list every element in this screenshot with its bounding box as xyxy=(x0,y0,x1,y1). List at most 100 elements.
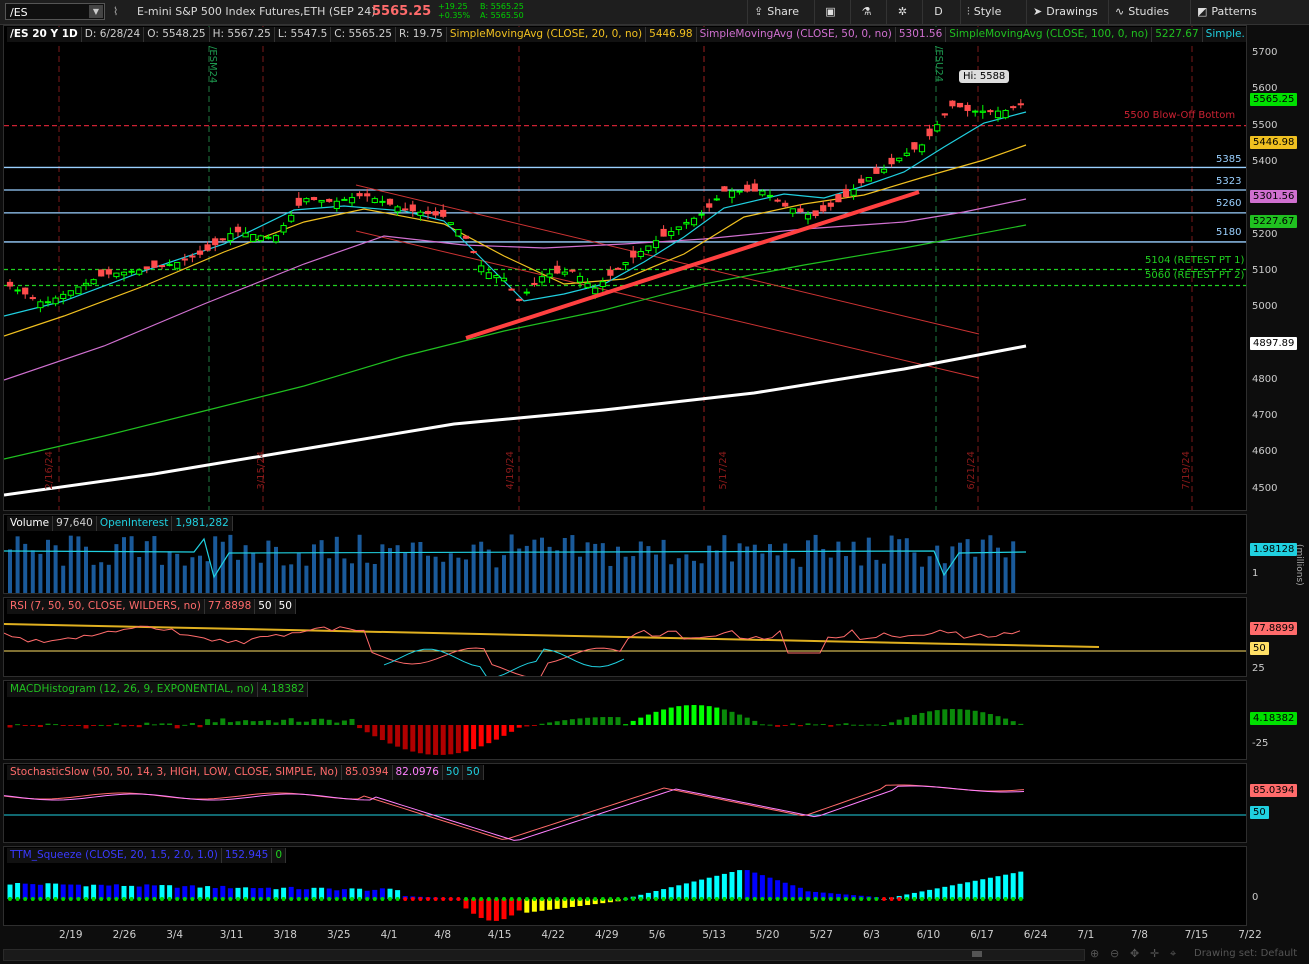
macd-value: 4.18382 xyxy=(257,682,309,697)
macd-bar xyxy=(319,718,325,725)
macd-bar xyxy=(159,723,165,725)
style-icon: ⫶ xyxy=(967,5,970,18)
macd-bar xyxy=(630,720,636,725)
ttm-bar xyxy=(189,885,195,899)
volume-bar xyxy=(836,541,841,593)
scrollbar-thumb[interactable] xyxy=(972,951,982,957)
last-price-tag: 5565.25 xyxy=(1250,93,1298,106)
macd-panel[interactable]: MACDHistogram (12, 26, 9, EXPONENTIAL, n… xyxy=(3,680,1247,760)
ttm-dot xyxy=(980,897,985,901)
price-header: /ES 20 Y 1D D: 6/28/24 O: 5548.25 H: 556… xyxy=(7,27,1246,42)
aggregation-button[interactable]: D xyxy=(922,0,954,24)
stoch-axis[interactable]: 85.0394 50 xyxy=(1248,763,1309,843)
ttm-dot xyxy=(927,897,932,901)
price-axis[interactable]: 5700560055005400530052005100500049004800… xyxy=(1248,25,1309,511)
zoom-in-icon[interactable]: ⊕ xyxy=(1090,947,1099,960)
candle-body xyxy=(295,197,302,206)
ttm-alert: 0 xyxy=(272,848,286,863)
ttm-dot xyxy=(68,897,73,901)
chevron-down-icon[interactable]: ▼ xyxy=(89,5,103,18)
ttm-bar xyxy=(98,884,104,899)
ttm-dot xyxy=(84,897,88,901)
magnet-icon[interactable]: ⌖ xyxy=(1170,947,1176,961)
ttm-dot xyxy=(198,897,202,901)
macd-bar xyxy=(212,722,218,725)
level-5260-label: 5260 xyxy=(1216,198,1242,209)
share-icon: ⇪ xyxy=(754,5,764,18)
volume-bar xyxy=(46,539,50,593)
ttm-axis[interactable]: 0 xyxy=(1248,846,1309,926)
volume-axis[interactable]: 1.98128 1 (millions) xyxy=(1248,514,1309,594)
macd-bar xyxy=(911,714,917,725)
ttm-bar xyxy=(159,885,165,899)
macd-bar xyxy=(995,716,1001,725)
volume-bar xyxy=(790,558,795,593)
macd-bar xyxy=(645,714,651,725)
candle-body xyxy=(432,211,439,216)
x-tick: 4/8 xyxy=(434,929,452,941)
stoch-panel[interactable]: StochasticSlow (50, 50, 14, 3, HIGH, LOW… xyxy=(3,763,1247,843)
volume-bar xyxy=(53,545,58,593)
volume-bar xyxy=(68,535,73,593)
candle-body xyxy=(402,208,409,211)
candle-body xyxy=(470,251,477,254)
macd-bar xyxy=(167,723,173,725)
candle-body xyxy=(926,128,933,137)
candle-body xyxy=(812,210,819,217)
screenshot-button[interactable]: ▣ xyxy=(814,0,846,24)
candle-body xyxy=(865,177,872,182)
volume-bar xyxy=(30,550,35,593)
patterns-button[interactable]: ◩ Patterns xyxy=(1190,0,1263,24)
x-tick: 2/26 xyxy=(112,929,137,941)
macd-bar xyxy=(30,725,36,726)
ttm-bar xyxy=(676,885,682,899)
zoom-out-icon[interactable]: ⊖ xyxy=(1110,947,1119,960)
symbol-selector[interactable]: /ES ▼ xyxy=(5,3,105,20)
x-tick: 4/1 xyxy=(380,929,398,941)
macd-bar xyxy=(820,723,826,725)
macd-bar xyxy=(265,720,271,725)
style-button[interactable]: ⫶ Style xyxy=(960,0,1007,24)
pan-icon[interactable]: ✥ xyxy=(1130,947,1139,960)
candle-body xyxy=(242,232,249,238)
date-marker-3: 4/19/24 xyxy=(505,451,516,490)
link-icon[interactable]: ⌇ xyxy=(113,5,118,18)
sma100-tag: 5227.67 xyxy=(1250,215,1298,228)
flask-button[interactable]: ⚗ xyxy=(850,0,882,24)
volume-bar xyxy=(866,537,871,593)
volume-bar xyxy=(958,542,962,593)
ttm-dot xyxy=(555,897,560,901)
ttm-bar xyxy=(949,885,955,899)
candle-body xyxy=(166,264,173,267)
bar-close: C: 5565.25 xyxy=(331,27,396,42)
volume-bar xyxy=(464,559,468,593)
rsi-panel[interactable]: RSI (7, 50, 50, CLOSE, WILDERS, no) 77.8… xyxy=(3,597,1247,677)
drawings-button[interactable]: ➤ Drawings xyxy=(1026,0,1104,24)
rsi-axis[interactable]: 77.8899 50 25 xyxy=(1248,597,1309,677)
candle-body xyxy=(918,144,926,153)
volume-bar xyxy=(296,553,301,593)
candle-body xyxy=(288,214,295,222)
sma20-tag: 5446.98 xyxy=(1250,136,1298,149)
volume-bar xyxy=(144,541,149,593)
volume-bar xyxy=(205,561,210,593)
x-tick: 7/15 xyxy=(1184,929,1209,941)
volume-bar xyxy=(631,556,636,593)
settings-button[interactable]: ✲ xyxy=(886,0,918,24)
volume-panel[interactable]: Volume 97,640 OpenInterest 1,981,282 xyxy=(3,514,1247,594)
instrument-description: E-mini S&P 500 Index Futures,ETH (SEP 24… xyxy=(137,5,376,18)
volume-bar xyxy=(122,537,126,593)
scrollbar[interactable] xyxy=(3,949,1085,961)
macd-bar xyxy=(569,719,575,725)
macd-axis[interactable]: 4.18382 -25 xyxy=(1248,680,1309,760)
ttm-dot xyxy=(904,897,909,901)
crosshair-icon[interactable]: ✛ xyxy=(1150,947,1159,960)
ttm-panel[interactable]: TTM_Squeeze (CLOSE, 20, 1.5, 2.0, 1.0) 1… xyxy=(3,846,1247,926)
share-button[interactable]: ⇪ Share xyxy=(747,0,805,24)
price-panel[interactable]: /ES 20 Y 1D D: 6/28/24 O: 5548.25 H: 556… xyxy=(3,25,1247,511)
studies-button[interactable]: ∿ Studies xyxy=(1108,0,1175,24)
macd-bar xyxy=(174,725,180,729)
volume-bar xyxy=(707,545,712,593)
candle-body xyxy=(652,240,660,249)
volume-bar xyxy=(813,534,818,593)
